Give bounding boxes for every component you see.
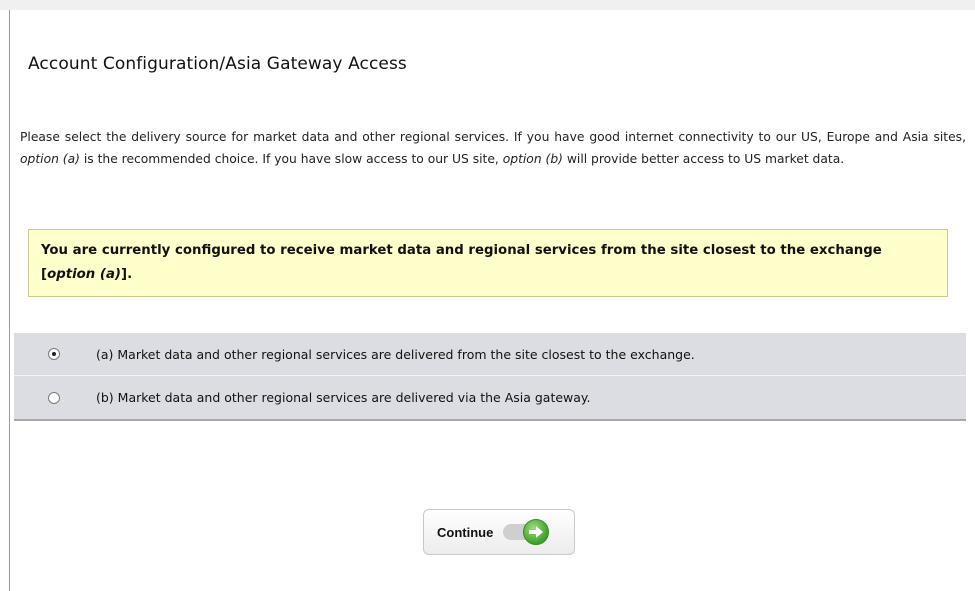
radio-option-b[interactable] (48, 391, 60, 404)
radio-option-a[interactable] (48, 348, 60, 360)
right-arrow-icon (529, 526, 544, 538)
intro-part1: Please select the delivery source for ma… (20, 130, 966, 144)
intro-option-a: option (a) (20, 152, 80, 166)
arrow-knob (523, 519, 550, 545)
top-strip (0, 0, 975, 10)
option-label-a: (a) Market data and other regional servi… (96, 346, 695, 362)
page-title: Account Configuration/Asia Gateway Acces… (28, 54, 407, 74)
intro-option-b: option (b) (502, 152, 563, 166)
notice-text-before: You are currently configured to receive … (41, 243, 882, 282)
green-arrow-toggle-icon (503, 519, 551, 545)
continue-button[interactable]: Continue (423, 509, 575, 555)
option-row-a[interactable]: (a) Market data and other regional servi… (14, 333, 966, 376)
intro-part2: is the recommended choice. If you have s… (79, 152, 503, 166)
option-row-b[interactable]: (b) Market data and other regional servi… (14, 376, 966, 421)
intro-text: Please select the delivery source for ma… (20, 126, 966, 170)
notice-option: option (a) (47, 267, 122, 282)
intro-part3: will provide better access to US market … (562, 152, 845, 166)
current-config-notice: You are currently configured to receive … (28, 229, 948, 297)
continue-label: Continue (437, 524, 494, 540)
option-label-b: (b) Market data and other regional servi… (96, 390, 591, 405)
config-panel (9, 10, 975, 591)
delivery-options: (a) Market data and other regional servi… (14, 333, 966, 421)
notice-text-after: ]. (121, 267, 133, 282)
